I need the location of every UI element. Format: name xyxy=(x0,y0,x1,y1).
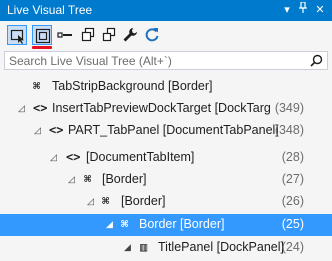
descendant-count: (25) xyxy=(281,217,304,231)
properties-wrench-icon xyxy=(123,28,137,42)
expand-arrow-icon[interactable]: ◿ xyxy=(68,174,75,185)
descendant-count: (24) xyxy=(281,240,304,254)
border-node-icon: ⌘ xyxy=(33,79,41,93)
expand-arrow-icon[interactable]: ◿ xyxy=(87,196,94,207)
tree-row[interactable]: ◿ ⌘ [Border] (27) xyxy=(0,169,332,191)
display-layout-adorners-icon xyxy=(35,28,51,44)
expand-arrow-icon[interactable]: ◿ xyxy=(34,125,41,136)
tree-row[interactable]: ◿ <> InsertTabPreviewDockTarget [DockTar… xyxy=(0,98,332,120)
show-just-my-xaml-icon xyxy=(81,27,95,42)
expand-all-icon xyxy=(102,27,116,42)
window-position-dropdown-icon[interactable]: ▾ xyxy=(280,2,294,18)
element-node-icon: <> xyxy=(66,150,81,164)
tree-row-label: PART_TabPanel [DocumentTabPanel] xyxy=(68,123,279,137)
select-element-icon xyxy=(10,29,24,44)
search-input[interactable]: Search Live Visual Tree (Alt+`) xyxy=(4,51,328,70)
window-title: Live Visual Tree xyxy=(7,3,93,17)
expand-arrow-icon[interactable]: ◿ xyxy=(50,152,57,163)
tree-row-label: InsertTabPreviewDockTarget [DockTarget xyxy=(52,101,271,115)
select-element-button[interactable] xyxy=(7,25,27,45)
refresh-button[interactable] xyxy=(142,25,162,45)
tree-row[interactable]: ◿ ⌘ [Border] (26) xyxy=(0,191,332,213)
tree-row-label: Border [Border] xyxy=(139,217,225,231)
close-icon[interactable]: ✕ xyxy=(313,2,327,18)
tree-row[interactable]: ◿ <> PART_TabPanel [DocumentTabPanel] (3… xyxy=(0,120,332,142)
search-placeholder: Search Live Visual Tree (Alt+`) xyxy=(9,54,172,68)
expand-all-button[interactable] xyxy=(99,25,119,45)
tool-window-titlebar: Live Visual Tree ▾ ✕ xyxy=(0,0,332,21)
visual-tree: ⌘ TabStripBackground [Border] ◿ <> Inser… xyxy=(0,72,332,261)
tree-row-label: [Border] xyxy=(102,172,147,186)
descendant-count: (27) xyxy=(281,172,304,186)
tree-row-label: TabStripBackground [Border] xyxy=(52,79,213,93)
descendant-count: (348) xyxy=(274,123,304,137)
border-node-icon: ⌘ xyxy=(102,194,110,208)
descendant-count: (26) xyxy=(281,194,304,208)
show-just-my-xaml-button[interactable] xyxy=(78,25,98,45)
tree-row-selected[interactable]: ◢ ⌘ Border [Border] (25) xyxy=(0,214,332,236)
highlight-underline xyxy=(32,46,52,49)
refresh-icon xyxy=(145,28,159,42)
dockpanel-node-icon: ▥ xyxy=(140,240,148,254)
element-node-icon: <> xyxy=(49,123,64,137)
border-node-icon: ⌘ xyxy=(121,217,129,231)
tree-row-label: [DocumentTabItem] xyxy=(86,150,195,164)
expand-arrow-icon[interactable]: ◿ xyxy=(18,103,25,114)
descendant-count: (28) xyxy=(281,150,304,164)
properties-button[interactable] xyxy=(120,25,140,45)
collapse-arrow-icon[interactable]: ◢ xyxy=(106,219,113,230)
tree-row[interactable]: ◿ <> [DocumentTabItem] (28) xyxy=(0,147,332,169)
collapse-arrow-icon[interactable]: ◢ xyxy=(124,242,131,253)
tree-row-label: [Border] xyxy=(121,194,166,208)
search-icon[interactable] xyxy=(310,54,323,67)
element-node-icon: <> xyxy=(33,101,48,115)
tree-row-label: TitlePanel [DockPanel] xyxy=(158,240,284,254)
border-node-icon: ⌘ xyxy=(84,172,92,186)
tree-row[interactable]: ⌘ TabStripBackground [Border] xyxy=(0,76,332,98)
descendant-count: (349) xyxy=(274,101,304,115)
tree-row[interactable]: ◢ ▥ TitlePanel [DockPanel] (24) xyxy=(0,237,332,259)
track-focused-element-icon xyxy=(57,32,72,38)
display-layout-adorners-button[interactable] xyxy=(32,25,52,45)
track-focused-element-button[interactable] xyxy=(55,25,75,45)
pin-icon[interactable] xyxy=(296,1,310,18)
